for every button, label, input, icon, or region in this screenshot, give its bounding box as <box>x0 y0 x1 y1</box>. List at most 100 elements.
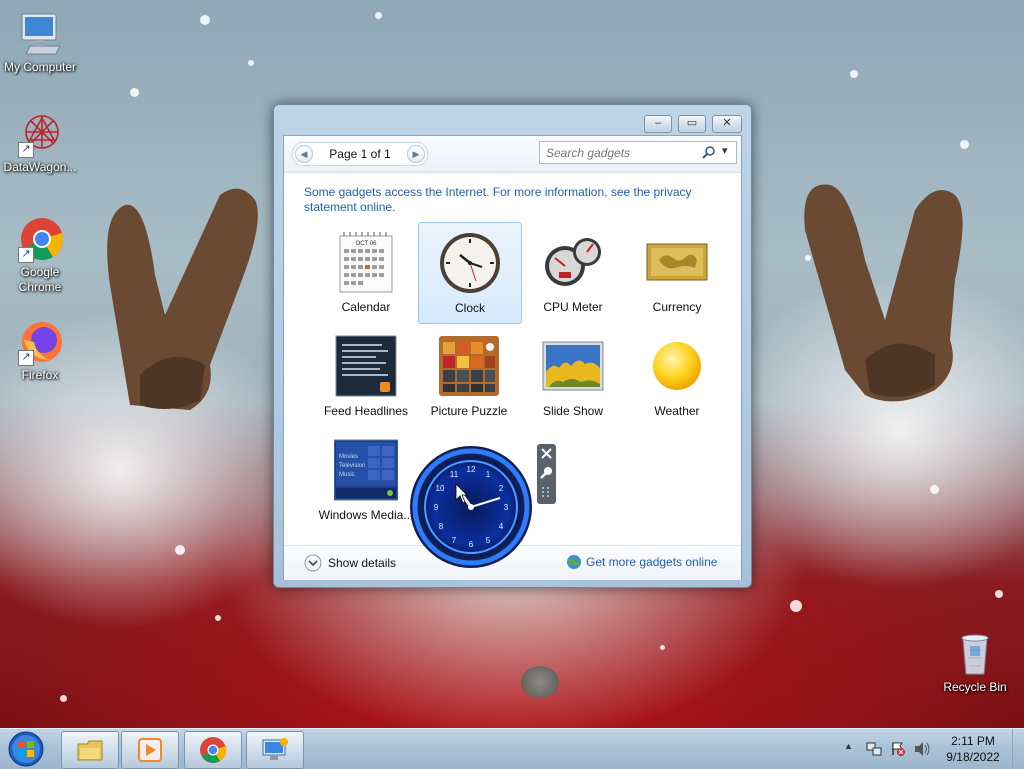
close-gadget-icon[interactable] <box>540 447 553 460</box>
get-more-gadgets-link[interactable]: Get more gadgets online <box>566 554 736 572</box>
taskbar-chrome[interactable] <box>184 731 242 769</box>
gadget-calendar[interactable]: OCT 06 Calendar <box>315 222 417 322</box>
snowflake <box>60 695 67 702</box>
volume-icon[interactable] <box>913 741 931 757</box>
gadget-picture-puzzle[interactable]: Picture Puzzle <box>418 326 520 426</box>
search-box: ▾ <box>539 141 737 164</box>
clock-numeral: 12 <box>467 465 476 474</box>
gallery-toolbar: ◀ Page 1 of 1 ▶ ▾ <box>284 136 741 173</box>
right-glove-decoration <box>804 184 963 402</box>
next-page-button[interactable]: ▶ <box>407 145 425 163</box>
currency-icon <box>646 243 708 281</box>
search-input[interactable] <box>544 144 698 162</box>
gadget-currency[interactable]: Currency <box>626 222 728 322</box>
windows-media-center-icon: Movies Television Music <box>334 439 398 501</box>
desktop-icon-datawagon[interactable]: ↗ DataWagon... <box>0 110 80 175</box>
taskbar-media-player[interactable] <box>121 731 179 769</box>
clock-numeral: 4 <box>499 522 504 531</box>
gadget-label: Weather <box>654 404 700 418</box>
gadget-windows-media-center[interactable]: Movies Television Music Windows Media... <box>315 430 417 530</box>
drag-handle-icon[interactable] <box>541 486 552 500</box>
media-menu-item: Television <box>339 463 365 469</box>
restore-button[interactable]: ▭ <box>678 115 706 133</box>
gadget-cpu-meter[interactable]: CPU Meter <box>522 222 624 322</box>
clock-icon <box>440 233 500 293</box>
magnifier-icon[interactable] <box>702 145 716 159</box>
gadget-label: Clock <box>454 301 485 315</box>
clock-numeral: 10 <box>436 484 445 493</box>
gadget-label: Windows Media... <box>318 508 414 522</box>
wrench-icon[interactable] <box>540 466 553 479</box>
start-orb-icon[interactable] <box>6 729 46 769</box>
network-icon[interactable] <box>866 741 882 757</box>
desktop-icon-label: My Computer <box>3 60 77 74</box>
taskbar-file-explorer[interactable] <box>61 731 119 769</box>
chevron-down-icon <box>304 554 322 572</box>
gadget-weather[interactable]: Weather <box>626 326 728 426</box>
gadget-label: Picture Puzzle <box>430 404 508 418</box>
snowflake <box>790 600 802 612</box>
snowflake <box>850 70 858 78</box>
gadget-label: CPU Meter <box>543 300 603 314</box>
gadget-label: Slide Show <box>542 404 604 418</box>
show-hidden-icons-button[interactable]: ▲ <box>844 741 853 751</box>
media-menu-item: Music <box>339 472 355 478</box>
picture-puzzle-icon <box>439 336 499 396</box>
minimize-button[interactable]: – <box>644 115 672 133</box>
gadget-label: Currency <box>652 300 702 314</box>
cpu-meter-icon <box>545 238 601 286</box>
clock-date[interactable]: 9/18/2022 <box>943 750 1003 764</box>
clock-numeral: 11 <box>450 470 459 479</box>
clock-numeral: 2 <box>499 484 504 493</box>
show-desktop-button[interactable] <box>1012 729 1024 769</box>
snowflake <box>175 545 185 555</box>
snowflake <box>375 12 382 19</box>
snowflake <box>130 88 139 97</box>
desktop-icon-label: Chrome <box>18 280 62 294</box>
gadget-label: Calendar <box>341 300 391 314</box>
clock-numeral: 9 <box>434 503 439 512</box>
recycle-bin-icon <box>961 634 989 675</box>
taskbar: ▲ 2:11 PM 9/18/2022 <box>0 728 1024 769</box>
gadget-label: Feed Headlines <box>323 404 409 418</box>
desktop-icon-label: Firefox <box>21 368 59 382</box>
desktop-icon-recycle-bin[interactable]: Recycle Bin <box>935 630 1015 695</box>
desktop-icon-label: Recycle Bin <box>943 680 1007 694</box>
taskbar-control-panel[interactable] <box>246 731 304 769</box>
shortcut-arrow-icon: ↗ <box>18 247 34 263</box>
snowflake <box>660 645 665 650</box>
clock-numeral: 1 <box>486 470 491 479</box>
weather-icon <box>653 342 701 390</box>
clock-numeral: 5 <box>486 536 491 545</box>
media-menu-item: Movies <box>339 454 358 460</box>
desktop-icon-google-chrome[interactable]: ↗ Google Chrome <box>0 215 80 295</box>
snowflake <box>930 485 939 494</box>
file-explorer-icon <box>77 740 103 761</box>
snowflake <box>215 615 221 621</box>
page-navigator: ◀ Page 1 of 1 ▶ <box>292 142 428 166</box>
snowflake <box>248 60 254 66</box>
snowflake <box>960 140 969 149</box>
action-center-icon[interactable] <box>890 741 906 757</box>
computer-icon <box>21 13 61 55</box>
gadget-clock[interactable]: Clock <box>418 222 522 324</box>
chrome-icon <box>200 737 227 763</box>
feed-headlines-icon <box>335 335 397 397</box>
gadget-feed-headlines[interactable]: Feed Headlines <box>315 326 417 426</box>
control-panel-icon <box>262 738 288 760</box>
gadget-toolbar <box>537 444 556 504</box>
desktop-icon-my-computer[interactable]: My Computer <box>0 10 80 75</box>
clock-numeral: 8 <box>439 522 444 531</box>
slide-show-icon <box>542 341 604 391</box>
desktop-icon-firefox[interactable]: ↗ Firefox <box>0 318 80 383</box>
dragged-clock-gadget[interactable]: 12 1 2 3 4 5 6 7 8 9 10 11 <box>408 444 534 570</box>
coat-button-decoration <box>521 666 559 698</box>
close-button[interactable]: ✕ <box>712 115 742 133</box>
left-glove-decoration <box>107 188 258 410</box>
search-dropdown-button[interactable]: ▾ <box>722 144 728 157</box>
clock-time[interactable]: 2:11 PM <box>943 734 1003 748</box>
get-more-gadgets-label: Get more gadgets online <box>586 555 718 569</box>
privacy-info-link[interactable]: Some gadgets access the Internet. For mo… <box>304 185 714 215</box>
clock-numeral: 6 <box>469 540 474 549</box>
gadget-slide-show[interactable]: Slide Show <box>522 326 624 426</box>
